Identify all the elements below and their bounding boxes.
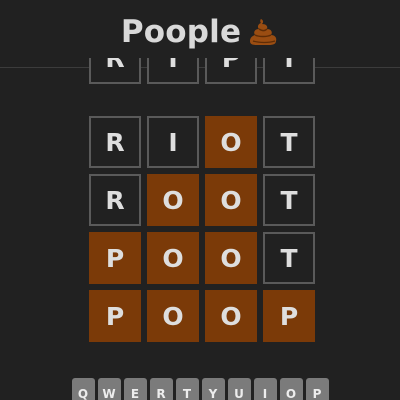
key-y[interactable]: Y xyxy=(201,378,225,400)
guess-row: POOP xyxy=(89,290,315,342)
app-title: Poople xyxy=(120,13,242,50)
key-r[interactable]: R xyxy=(149,378,173,400)
key-u[interactable]: U xyxy=(227,378,251,400)
key-q[interactable]: Q xyxy=(71,378,95,400)
letter-tile: P xyxy=(89,290,141,342)
letter-tile: T xyxy=(263,232,315,284)
guess-row: RIPT xyxy=(89,58,315,84)
game-board: RIPTRIOTROOTPOOTPOOP xyxy=(89,58,317,344)
poople-app: Poople RIPTRIOTROOTPOOTPOOP QWERTYUIOP xyxy=(0,0,400,400)
key-o[interactable]: O xyxy=(279,378,303,400)
letter-tile: I xyxy=(147,58,199,84)
title-wrap: Poople xyxy=(121,14,279,50)
letter-tile: T xyxy=(263,58,315,84)
key-p[interactable]: P xyxy=(305,378,329,400)
guess-row: ROOT xyxy=(89,174,315,226)
letter-tile: P xyxy=(205,58,257,84)
letter-tile: O xyxy=(205,116,257,168)
letter-tile: T xyxy=(263,174,315,226)
guess-row: POOT xyxy=(89,232,315,284)
letter-tile: R xyxy=(89,116,141,168)
key-e[interactable]: E xyxy=(123,378,147,400)
guess-row: RIOT xyxy=(89,116,315,168)
letter-tile: P xyxy=(89,232,141,284)
letter-tile: O xyxy=(205,174,257,226)
letter-tile: O xyxy=(147,174,199,226)
letter-tile: T xyxy=(263,116,315,168)
letter-tile: O xyxy=(205,290,257,342)
letter-tile: O xyxy=(205,232,257,284)
letter-tile: I xyxy=(147,116,199,168)
letter-tile: R xyxy=(89,58,141,84)
letter-tile: R xyxy=(89,174,141,226)
letter-tile: O xyxy=(147,232,199,284)
letter-tile: P xyxy=(263,290,315,342)
poop-emoji-icon xyxy=(247,17,279,47)
key-t[interactable]: T xyxy=(175,378,199,400)
key-w[interactable]: W xyxy=(97,378,121,400)
letter-tile: O xyxy=(147,290,199,342)
key-i[interactable]: I xyxy=(253,378,277,400)
keyboard-row-1: QWERTYUIOP xyxy=(0,378,400,400)
